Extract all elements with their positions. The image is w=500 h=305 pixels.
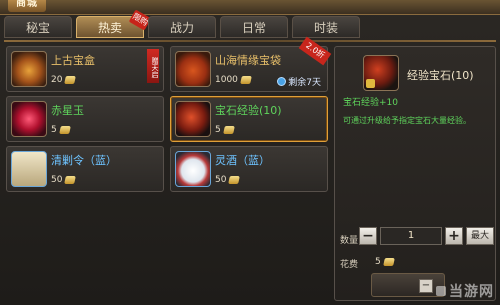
clock-icon (277, 77, 287, 86)
exp-gem-icon (363, 55, 399, 91)
tab-richang-label: 日常 (241, 21, 266, 35)
scroll-token-icon (11, 151, 47, 187)
shop-item-lingjiu[interactable]: 灵酒（蓝） 50 (170, 146, 328, 192)
watermark-text: 当游网 (449, 284, 494, 300)
quantity-increase-button[interactable]: + (445, 227, 463, 245)
tab-richang[interactable]: 日常 (220, 16, 288, 38)
gold-ingot-icon (228, 176, 241, 184)
gold-ingot-icon (222, 126, 235, 134)
shop-window: 商城 秘宝 热卖 限购 战力 日常 时装 上古宝盒 20 赠天启 山海情缘宝袋 … (0, 0, 500, 305)
gift-ribbon: 赠天启 (147, 49, 159, 83)
detail-stat: 宝石经验+10 (343, 98, 398, 108)
treasure-bag-icon (175, 51, 211, 87)
item-name: 宝石经验(10) (215, 104, 282, 117)
price-value: 50 (51, 175, 63, 185)
watermark: 当游网 (436, 281, 494, 301)
item-price: 50 (51, 175, 77, 185)
gold-ingot-icon (64, 176, 77, 184)
item-price: 50 (215, 175, 241, 185)
item-name: 上古宝盒 (51, 54, 95, 67)
shop-item-chixing-jade[interactable]: 赤星玉 5 (6, 96, 164, 142)
price-value: 1000 (215, 75, 238, 85)
wine-jar-icon (175, 151, 211, 187)
tab-zhanli[interactable]: 战力 (148, 16, 216, 38)
shop-item-gem-exp[interactable]: 宝石经验(10) 5 (170, 96, 328, 142)
item-name: 山海情缘宝袋 (215, 54, 281, 67)
item-price: 5 (215, 125, 235, 135)
cost-label: 花费 (340, 260, 359, 270)
tab-remai-label: 热卖 (97, 21, 122, 35)
item-name: 清剿令（蓝） (51, 154, 117, 167)
tab-shizhuang[interactable]: 时装 (292, 16, 360, 38)
item-detail-panel: 经验宝石(10) 宝石经验+10 可通过升级给予指定宝石大量经验。 数量 − 1… (334, 46, 496, 301)
tab-remai[interactable]: 热卖 限购 (76, 9, 152, 38)
tab-shizhuang-label: 时装 (313, 21, 338, 35)
tab-mibao[interactable]: 秘宝 (4, 16, 72, 38)
shop-item-shanhai-bag[interactable]: 山海情缘宝袋 1000 剩余7天 2.0折 (170, 36, 332, 92)
remaining-time: 剩余7天 (277, 75, 321, 88)
tab-mibao-label: 秘宝 (25, 21, 50, 35)
price-value: 5 (215, 125, 221, 135)
exp-gem-icon (175, 101, 211, 137)
price-value: 5 (51, 125, 57, 135)
quantity-decrease-button[interactable]: − (359, 227, 377, 245)
item-price: 1000 (215, 75, 252, 85)
watermark-logo-icon (436, 286, 446, 296)
cost-value: 5 (375, 257, 395, 267)
red-gem-icon (11, 101, 47, 137)
max-quantity-button[interactable]: 最大 (466, 227, 494, 245)
tab-zhanli-label: 战力 (169, 21, 194, 35)
cost-amount: 5 (375, 257, 381, 267)
title-bar: 商城 (0, 0, 500, 15)
price-value: 20 (51, 75, 63, 85)
detail-description: 可通过升级给予指定宝石大量经验。 (343, 116, 471, 125)
lock-icon (366, 79, 375, 88)
shop-item-shanggu-box[interactable]: 上古宝盒 20 赠天启 (6, 46, 164, 92)
quantity-input[interactable]: 1 (380, 227, 442, 245)
gold-ingot-icon (64, 76, 77, 84)
item-price: 20 (51, 75, 77, 85)
collapse-button[interactable]: − (419, 279, 433, 293)
detail-item-name: 经验宝石(10) (407, 69, 474, 82)
item-name: 赤星玉 (51, 104, 84, 117)
shop-item-qingjiao-token[interactable]: 清剿令（蓝） 50 (6, 146, 164, 192)
gold-ingot-icon (382, 258, 395, 266)
item-name: 灵酒（蓝） (215, 154, 270, 167)
remaining-label: 剩余7天 (288, 78, 321, 88)
gold-ingot-icon (58, 126, 71, 134)
window-title: 商城 (8, 0, 46, 12)
buy-button[interactable] (371, 273, 445, 297)
gold-ingot-icon (240, 76, 252, 84)
treasure-box-icon (11, 51, 47, 87)
price-value: 50 (215, 175, 227, 185)
item-price: 5 (51, 125, 71, 135)
tab-divider (4, 40, 496, 42)
quantity-label: 数量 (340, 236, 359, 246)
